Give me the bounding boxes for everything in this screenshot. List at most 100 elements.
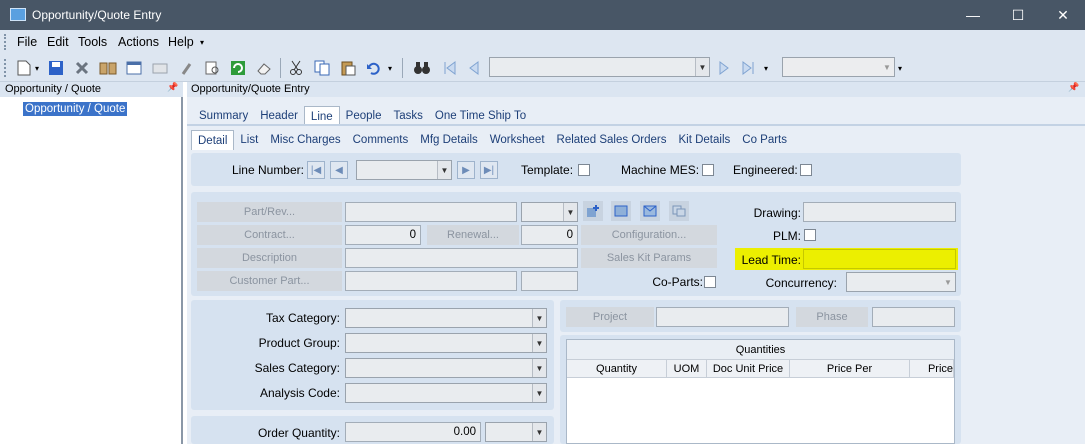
menu-actions[interactable]: Actions <box>118 35 159 49</box>
refresh-icon[interactable] <box>228 58 248 78</box>
book-icon[interactable] <box>98 58 118 78</box>
line-number-select[interactable]: ▼ <box>356 160 452 180</box>
column-quantity[interactable]: Quantity <box>567 360 667 378</box>
description-field[interactable] <box>345 248 578 268</box>
tax-category-select[interactable]: ▼ <box>345 308 547 328</box>
tab-kit-details[interactable]: Kit Details <box>672 130 736 150</box>
print-preview-icon[interactable] <box>202 58 222 78</box>
co-parts-checkbox[interactable] <box>704 276 716 288</box>
menu-edit[interactable]: Edit <box>47 35 69 49</box>
project-field[interactable] <box>656 307 789 327</box>
project-pane: Project Phase <box>560 300 961 332</box>
order-quantity-pane: Order Quantity: 0.00 ▼ <box>191 416 554 444</box>
tree-item-opportunity[interactable]: Opportunity / Quote <box>23 102 128 116</box>
toolbar-overflow-icon[interactable]: ▾ <box>898 64 902 73</box>
new-icon[interactable] <box>14 58 34 78</box>
lead-time-field[interactable] <box>803 249 956 269</box>
tab-header[interactable]: Header <box>254 106 304 126</box>
renewal-field[interactable]: 0 <box>521 225 578 245</box>
attachment-icon[interactable] <box>176 58 196 78</box>
sales-category-select[interactable]: ▼ <box>345 358 547 378</box>
order-quantity-field[interactable]: 0.00 <box>345 422 481 442</box>
analysis-code-select[interactable]: ▼ <box>345 383 547 403</box>
previous-line-icon[interactable]: ◀ <box>330 161 348 179</box>
nav-dropdown-icon[interactable]: ▾ <box>764 64 768 73</box>
next-line-icon[interactable]: ▶ <box>457 161 475 179</box>
part-rev-button[interactable]: Part/Rev... <box>197 202 342 222</box>
column-price-per[interactable]: Price Per <box>790 360 910 378</box>
calendar-icon[interactable] <box>124 58 144 78</box>
sales-kit-params-button[interactable]: Sales Kit Params <box>581 248 717 268</box>
menu-file[interactable]: File <box>17 35 37 49</box>
minimize-button[interactable]: — <box>951 0 995 30</box>
copy-icon[interactable] <box>312 58 332 78</box>
tab-mfg-details[interactable]: Mfg Details <box>414 130 484 150</box>
menu-help[interactable]: Help <box>168 35 194 49</box>
configuration-button[interactable]: Configuration... <box>581 225 717 245</box>
tab-related-sales-orders[interactable]: Related Sales Orders <box>551 130 673 150</box>
tab-worksheet[interactable]: Worksheet <box>484 130 551 150</box>
tab-people[interactable]: People <box>340 106 388 126</box>
project-button[interactable]: Project <box>566 307 654 327</box>
secondary-selector[interactable]: ▼ <box>782 57 895 77</box>
contract-button[interactable]: Contract... <box>197 225 342 245</box>
column-uom[interactable]: UOM <box>667 360 707 378</box>
undo-icon[interactable] <box>364 58 384 78</box>
tab-detail[interactable]: Detail <box>191 130 235 150</box>
phase-field[interactable] <box>872 307 955 327</box>
tab-co-parts[interactable]: Co Parts <box>736 130 793 150</box>
eraser-icon[interactable] <box>254 58 274 78</box>
menu-tools[interactable]: Tools <box>78 35 107 49</box>
revision-select[interactable]: ▼ <box>521 202 578 222</box>
tab-misc-charges[interactable]: Misc Charges <box>264 130 346 150</box>
part-number-field[interactable] <box>345 202 517 222</box>
customer-part-button[interactable]: Customer Part... <box>197 271 342 291</box>
copy-part-icon[interactable] <box>669 201 689 221</box>
contract-field[interactable]: 0 <box>345 225 421 245</box>
template-checkbox[interactable] <box>578 164 590 176</box>
delete-icon[interactable] <box>72 58 92 78</box>
save-icon[interactable] <box>46 58 66 78</box>
undo-dropdown-icon[interactable]: ▾ <box>388 64 392 73</box>
tab-one-time-ship-to[interactable]: One Time Ship To <box>429 106 532 126</box>
tab-comments[interactable]: Comments <box>347 130 415 150</box>
drawing-field[interactable] <box>803 202 956 222</box>
machine-mes-checkbox[interactable] <box>702 164 714 176</box>
description-button[interactable]: Description <box>197 248 342 268</box>
column-price[interactable]: Price <box>910 360 954 378</box>
renewal-button[interactable]: Renewal... <box>427 225 519 245</box>
column-doc-unit-price[interactable]: Doc Unit Price <box>707 360 790 378</box>
record-selector[interactable]: ▼ <box>489 57 710 77</box>
pin-icon[interactable]: 📌 <box>1068 82 1079 93</box>
menu-overflow-icon[interactable]: ▾ <box>200 38 204 47</box>
cut-icon[interactable] <box>286 58 306 78</box>
customer-part-rev-field[interactable] <box>521 271 578 291</box>
mail-icon[interactable] <box>640 201 660 221</box>
paste-icon[interactable] <box>338 58 358 78</box>
next-record-icon[interactable] <box>714 58 734 78</box>
plm-checkbox[interactable] <box>804 229 816 241</box>
image-icon[interactable] <box>611 201 631 221</box>
order-uom-select[interactable]: ▼ <box>485 422 547 442</box>
first-record-icon[interactable] <box>440 58 460 78</box>
tab-list[interactable]: List <box>234 130 264 150</box>
engineered-checkbox[interactable] <box>800 164 812 176</box>
last-line-icon[interactable]: ▶| <box>480 161 498 179</box>
first-line-icon[interactable]: |◀ <box>307 161 325 179</box>
phase-button[interactable]: Phase <box>796 307 868 327</box>
customer-part-field[interactable] <box>345 271 517 291</box>
tab-line[interactable]: Line <box>303 106 340 126</box>
tab-tasks[interactable]: Tasks <box>387 106 428 126</box>
binoculars-icon[interactable] <box>412 58 432 78</box>
previous-record-icon[interactable] <box>464 58 484 78</box>
tab-summary[interactable]: Summary <box>193 106 254 126</box>
product-group-select[interactable]: ▼ <box>345 333 547 353</box>
blank-icon[interactable] <box>150 58 170 78</box>
last-record-icon[interactable] <box>738 58 758 78</box>
part-search-icon[interactable] <box>583 201 603 221</box>
pin-icon[interactable]: 📌 <box>167 82 178 93</box>
maximize-button[interactable]: ☐ <box>996 0 1040 30</box>
concurrency-select[interactable]: ▼ <box>846 272 956 292</box>
new-dropdown-icon[interactable]: ▾ <box>35 64 39 73</box>
close-button[interactable]: ✕ <box>1041 0 1085 30</box>
